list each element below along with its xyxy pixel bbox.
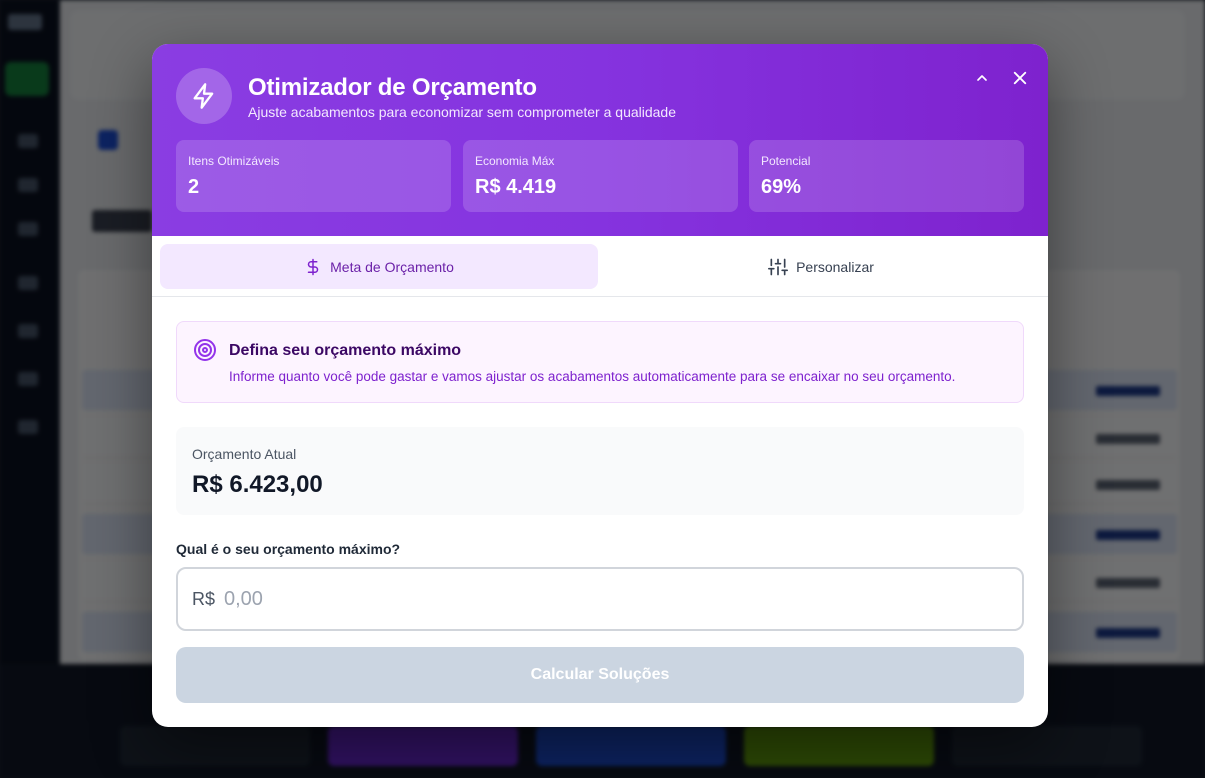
tab-customize[interactable]: Personalizar xyxy=(602,244,1040,289)
collapse-button[interactable] xyxy=(970,66,994,90)
tab-budget-goal[interactable]: Meta de Orçamento xyxy=(160,244,598,289)
chevron-up-icon xyxy=(977,75,987,81)
info-text: Informe quanto você pode gastar e vamos … xyxy=(229,369,956,384)
current-budget-card: Orçamento Atual R$ 6.423,00 xyxy=(176,427,1024,515)
max-budget-label: Qual é o seu orçamento máximo? xyxy=(176,541,401,557)
stat-value: 2 xyxy=(188,176,200,198)
dollar-sign-icon xyxy=(307,258,319,275)
sliders-icon xyxy=(768,258,789,275)
info-callout: Defina seu orçamento máximo Informe quan… xyxy=(176,321,1024,403)
lightning-bolt-icon xyxy=(193,83,214,109)
tab-label: Personalizar xyxy=(796,258,874,275)
stat-card-max-savings: Economia Máx R$ 4.419 xyxy=(463,140,738,212)
stat-card-optimizable-items: Itens Otimizáveis 2 xyxy=(176,140,451,212)
current-budget-value: R$ 6.423,00 xyxy=(192,471,323,498)
close-button[interactable] xyxy=(1008,66,1032,90)
stat-value: 69% xyxy=(761,176,802,198)
close-icon xyxy=(1013,71,1027,85)
currency-prefix: R$ xyxy=(192,589,216,609)
tab-bar: Meta de Orçamento Personalizar xyxy=(152,236,1048,297)
tab-label: Meta de Orçamento xyxy=(330,258,454,275)
budget-optimizer-modal: Otimizador de Orçamento Ajuste acabament… xyxy=(152,44,1048,727)
stat-label: Potencial xyxy=(761,154,811,168)
max-budget-field[interactable]: R$ xyxy=(176,567,1024,631)
stat-label: Economia Máx xyxy=(475,154,555,168)
target-icon xyxy=(194,339,216,361)
stat-label: Itens Otimizáveis xyxy=(188,154,280,168)
header-icon-badge xyxy=(176,68,232,124)
current-budget-label: Orçamento Atual xyxy=(192,446,297,462)
calculate-solutions-button[interactable]: Calcular Soluções xyxy=(176,647,1024,703)
modal-subtitle: Ajuste acabamentos para economizar sem c… xyxy=(248,104,677,120)
modal-title: Otimizador de Orçamento xyxy=(248,74,537,101)
modal-header: Otimizador de Orçamento Ajuste acabament… xyxy=(152,44,1048,236)
stat-card-potential: Potencial 69% xyxy=(749,140,1024,212)
stat-value: R$ 4.419 xyxy=(475,176,557,198)
max-budget-input[interactable] xyxy=(224,581,1004,617)
info-title: Defina seu orçamento máximo xyxy=(229,342,462,359)
